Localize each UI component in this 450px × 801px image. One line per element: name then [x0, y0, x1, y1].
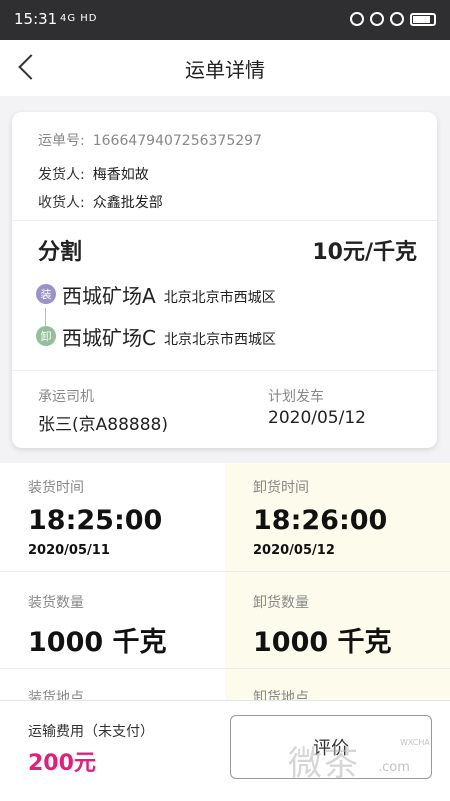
load-address: 北京北京市西城区 [163, 290, 276, 306]
watermark-url: .com [378, 760, 410, 775]
load-place-cell: 装货地点 [0, 669, 225, 700]
shipper-label: 发货人: [38, 167, 85, 183]
load-time-cell: 装货时间 18:25:00 2020/05/11 [0, 463, 225, 571]
watermark: 微茶 [288, 744, 360, 784]
unload-time-label: 卸货时间 [253, 480, 309, 496]
page-title: 运单详情 [185, 58, 265, 82]
unload-place-label: 卸货地点 [253, 690, 309, 700]
unload-address: 北京北京市西城区 [163, 332, 276, 348]
status-time: 15:31 [14, 10, 58, 28]
load-place-label: 装货地点 [28, 690, 84, 700]
lock-icon [350, 12, 364, 26]
shipper-row: 发货人: 梅香如故 [38, 164, 149, 184]
order-card: 运单号: 1666479407256375297 发货人: 梅香如故 收货人: 众鑫批… [12, 112, 437, 448]
divider [12, 370, 437, 371]
network-indicator: 4G HD [60, 13, 98, 24]
details-grid: 装货时间 18:25:00 2020/05/11 卸货时间 18:26:00 2… [0, 463, 450, 700]
status-icons [350, 12, 436, 26]
route-unload: 卸 西城矿场C 北京北京市西城区 [36, 322, 276, 350]
bottom-bar: 运输费用（未支付） 200元 评价 [0, 700, 450, 801]
battery-icon [410, 12, 436, 26]
driver-label: 承运司机 [38, 389, 94, 405]
unit-price: 10元/千克 [312, 240, 417, 265]
divider [12, 220, 437, 221]
departure-label: 计划发车 [268, 389, 324, 405]
unload-place-cell: 卸货地点 [225, 669, 450, 700]
shipper-name: 梅香如故 [92, 167, 149, 183]
load-time: 18:25:00 [28, 505, 163, 536]
load-time-label: 装货时间 [28, 480, 84, 496]
location-icon [370, 12, 384, 26]
driver-value: 张三(京A88888) [38, 415, 168, 435]
receiver-name: 众鑫批发部 [92, 195, 163, 211]
unload-place: 西城矿场C [62, 325, 156, 350]
load-place: 西城矿场A [62, 283, 156, 308]
unload-time: 18:26:00 [253, 505, 388, 536]
load-date: 2020/05/11 [28, 543, 110, 558]
unload-qty-cell: 卸货数量 1000 千克 [225, 572, 450, 668]
receiver-row: 收货人: 众鑫批发部 [38, 192, 163, 212]
cargo-type: 分割 [38, 240, 83, 265]
fee-label: 运输费用（未支付） [28, 724, 154, 740]
fee-value: 200元 [28, 751, 96, 776]
unload-date: 2020/05/12 [253, 543, 335, 558]
alarm-icon [390, 12, 404, 26]
load-badge: 装 [36, 284, 56, 304]
order-number: 1666479407256375297 [92, 133, 262, 149]
route-load: 装 西城矿场A 北京北京市西城区 [36, 280, 276, 308]
watermark-sub: WXCHA [400, 738, 430, 747]
order-number-row: 运单号: 1666479407256375297 [38, 130, 262, 150]
unload-badge: 卸 [36, 326, 56, 346]
unload-qty: 1000 千克 [253, 627, 392, 658]
departure-value: 2020/05/12 [268, 408, 366, 428]
load-qty-cell: 装货数量 1000 千克 [0, 572, 225, 668]
unload-time-cell: 卸货时间 18:26:00 2020/05/12 [225, 463, 450, 571]
order-number-label: 运单号: [38, 133, 85, 149]
load-qty: 1000 千克 [28, 627, 167, 658]
receiver-label: 收货人: [38, 195, 85, 211]
status-bar: 15:31 4G HD [0, 0, 450, 40]
unload-qty-label: 卸货数量 [253, 595, 309, 611]
load-qty-label: 装货数量 [28, 595, 84, 611]
nav-bar: 运单详情 [0, 40, 450, 96]
